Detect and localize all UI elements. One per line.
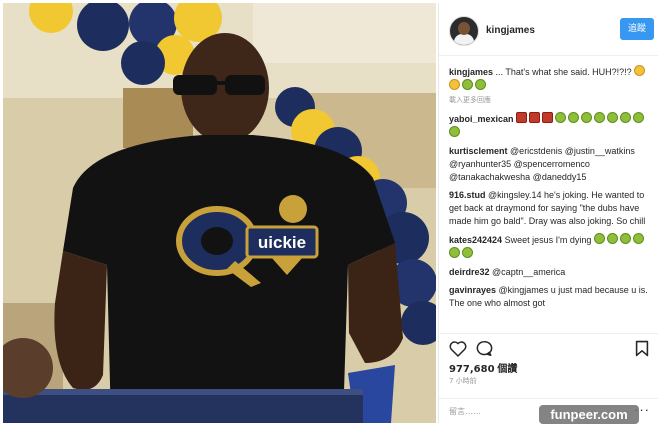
comment-item: gavinrayes @kingjames u just mad because… xyxy=(449,284,654,310)
comment-username[interactable]: kurtisclement xyxy=(449,146,508,156)
comment-text: Sweet jesus I'm dying xyxy=(504,235,592,245)
nauseated-emoji-icon xyxy=(593,233,605,244)
nauseated-emoji-icon xyxy=(449,247,460,258)
fire-emoji-icon xyxy=(516,112,528,123)
nauseated-emoji-icon xyxy=(568,112,580,123)
nauseated-emoji-icon xyxy=(581,112,593,123)
avatar[interactable] xyxy=(449,16,479,46)
shirt-logo-text: uickie xyxy=(258,233,306,252)
add-comment-input[interactable]: 留言…… xyxy=(449,406,481,417)
nauseated-emoji-icon xyxy=(462,247,473,258)
fire-emoji-icon xyxy=(529,112,541,123)
likes-count[interactable]: 977,680 個讚 xyxy=(449,360,517,375)
fire-emoji-icon xyxy=(542,112,554,123)
likes-number: 977,680 xyxy=(449,364,495,375)
nauseated-emoji-icon xyxy=(462,79,473,90)
comment-item: 916.stud @kingsley.14 he's joking. He wa… xyxy=(449,189,654,228)
nauseated-emoji-icon xyxy=(449,126,460,137)
comments-list: kingjames ... That's what she said. HUH?… xyxy=(449,65,654,331)
post-sidebar: kingjames 追蹤 kingjames ... That's what s… xyxy=(438,3,658,423)
post-header: kingjames 追蹤 xyxy=(439,3,658,56)
nauseated-emoji-icon xyxy=(475,79,486,90)
comment-username[interactable]: kates242424 xyxy=(449,235,502,245)
comment-icon[interactable] xyxy=(475,340,493,357)
comment-username[interactable]: 916.stud xyxy=(449,190,486,200)
comment-item: kates242424 Sweet jesus I'm dying xyxy=(449,233,654,261)
instagram-post: uickie kingjames 追蹤 kingjames ... That's… xyxy=(0,0,660,426)
comment-item: deirdre32 @captn__america xyxy=(449,266,654,279)
comment-item: kurtisclement @ericstdenis @justin__watk… xyxy=(449,145,654,184)
nauseated-emoji-icon xyxy=(619,233,631,244)
nauseated-emoji-icon xyxy=(594,112,606,123)
follow-button[interactable]: 追蹤 xyxy=(620,18,654,40)
nauseated-emoji-icon xyxy=(606,233,618,244)
comment-username[interactable]: kingjames xyxy=(449,67,493,77)
nauseated-emoji-icon xyxy=(620,112,632,123)
watermark: funpeer.com xyxy=(539,405,639,424)
nauseated-emoji-icon xyxy=(555,112,567,123)
comment-username[interactable]: yaboi_mexican xyxy=(449,114,514,124)
bookmark-icon[interactable] xyxy=(635,340,649,357)
nauseated-emoji-icon xyxy=(607,112,619,123)
laughing-emoji-icon xyxy=(634,65,646,76)
comment-text: ... That's what she said. HUH?!?!? xyxy=(495,67,632,77)
comment-item: kingjames ... That's what she said. HUH?… xyxy=(449,65,654,107)
load-more-replies-link[interactable]: 載入更多回應 xyxy=(449,94,654,107)
heart-icon[interactable] xyxy=(449,340,467,357)
nauseated-emoji-icon xyxy=(633,112,645,123)
comment-text: @captn__america xyxy=(492,267,566,277)
post-photo: uickie xyxy=(3,3,436,423)
comment-item: yaboi_mexican xyxy=(449,112,654,140)
post-username[interactable]: kingjames xyxy=(486,25,535,36)
parade-photo-illustration: uickie xyxy=(3,3,436,423)
nauseated-emoji-icon xyxy=(632,233,644,244)
comment-username[interactable]: gavinrayes xyxy=(449,285,496,295)
comment-username[interactable]: deirdre32 xyxy=(449,267,490,277)
laughing-emoji-icon xyxy=(449,79,460,90)
post-timestamp: 7 小時前 xyxy=(449,377,477,385)
likes-unit: 個讚 xyxy=(497,364,518,375)
